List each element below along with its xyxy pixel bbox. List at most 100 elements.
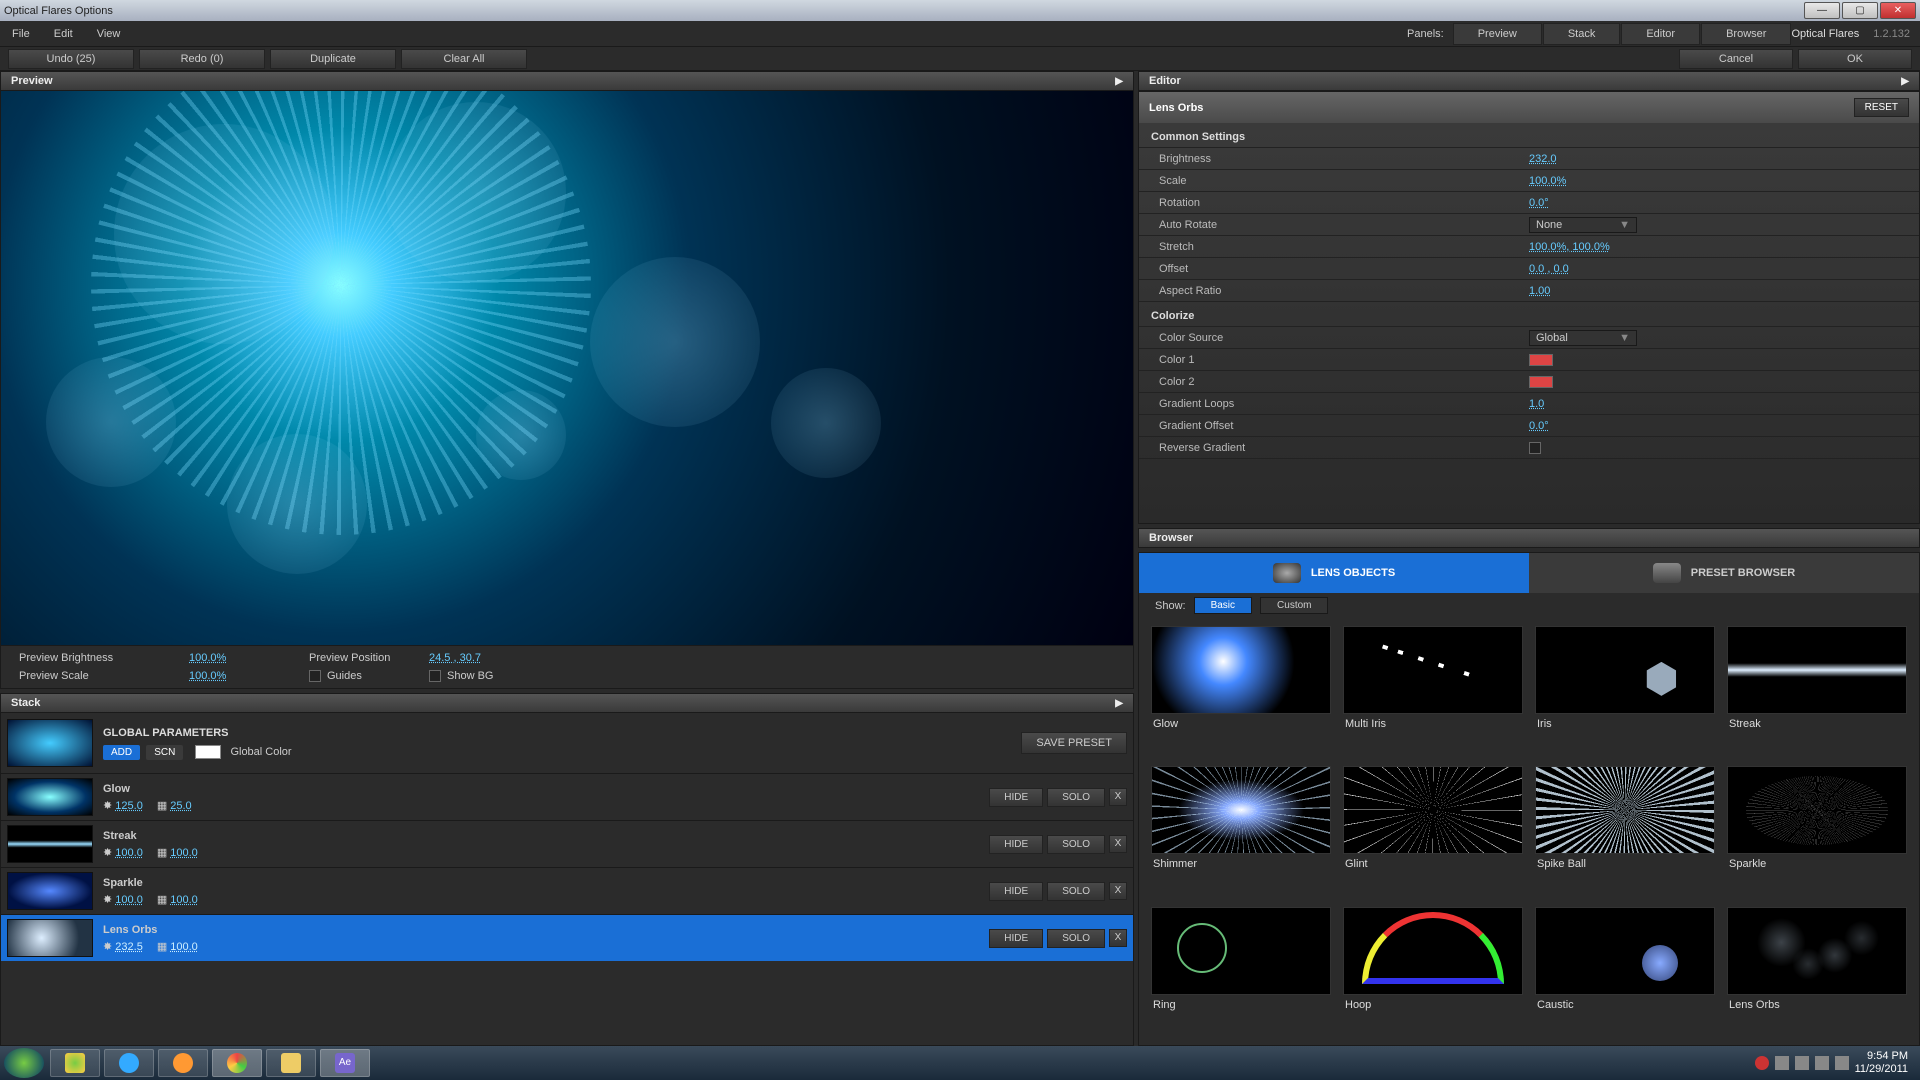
gradient-offset-value[interactable]: 0.0° <box>1529 420 1549 432</box>
hide-button[interactable]: HIDE <box>989 929 1043 948</box>
preview-position-value[interactable]: 24.5 , 30.7 <box>429 652 589 664</box>
window-minimize-button[interactable]: — <box>1804 2 1840 19</box>
brightness-value[interactable]: 232.0 <box>1529 153 1557 165</box>
stack-item-glow[interactable]: Glow ✸ 125.0 ▦ 25.0 HIDE SOLO X <box>1 773 1133 820</box>
browser-item-multi-iris[interactable]: Multi Iris <box>1343 626 1523 756</box>
menu-view[interactable]: View <box>85 24 133 44</box>
chevron-right-icon[interactable]: ▶ <box>1115 698 1123 709</box>
auto-rotate-dropdown[interactable]: None▼ <box>1529 217 1637 233</box>
tray-volume-icon[interactable] <box>1835 1056 1849 1070</box>
stretch-value[interactable]: 100.0%, 100.0% <box>1529 241 1610 253</box>
taskbar-app-chrome[interactable] <box>212 1049 262 1077</box>
solo-button[interactable]: SOLO <box>1047 929 1105 948</box>
delete-button[interactable]: X <box>1109 882 1127 900</box>
stack-scale-value[interactable]: 100.0 <box>170 894 198 906</box>
delete-button[interactable]: X <box>1109 929 1127 947</box>
solo-button[interactable]: SOLO <box>1047 882 1105 901</box>
browser-item-lens-orbs[interactable]: Lens Orbs <box>1727 907 1907 1037</box>
stack-item-name: Streak <box>103 830 979 842</box>
browser-item-caustic[interactable]: Caustic <box>1535 907 1715 1037</box>
clear-all-button[interactable]: Clear All <box>401 49 527 69</box>
solo-button[interactable]: SOLO <box>1047 788 1105 807</box>
stack-brightness-value[interactable]: 100.0 <box>115 894 143 906</box>
stack-item-lens-orbs[interactable]: Lens Orbs ✸ 232.5 ▦ 100.0 HIDE SOLO X <box>1 914 1133 961</box>
panel-tab-stack[interactable]: Stack <box>1543 23 1621 45</box>
lens-objects-tab[interactable]: LENS OBJECTS <box>1139 553 1529 593</box>
panel-tab-preview[interactable]: Preview <box>1453 23 1542 45</box>
system-tray[interactable]: 9:54 PM 11/29/2011 <box>1755 1050 1916 1076</box>
tray-icon[interactable] <box>1755 1056 1769 1070</box>
browser-item-streak[interactable]: Streak <box>1727 626 1907 756</box>
hide-button[interactable]: HIDE <box>989 835 1043 854</box>
save-preset-button[interactable]: SAVE PRESET <box>1021 732 1127 754</box>
undo-button[interactable]: Undo (25) <box>8 49 134 69</box>
stack-item-sparkle[interactable]: Sparkle ✸ 100.0 ▦ 100.0 HIDE SOLO X <box>1 867 1133 914</box>
color-source-dropdown[interactable]: Global▼ <box>1529 330 1637 346</box>
stack-brightness-value[interactable]: 100.0 <box>115 847 143 859</box>
preview-viewport[interactable] <box>0 91 1134 646</box>
taskbar-app-media[interactable] <box>158 1049 208 1077</box>
panel-tab-browser[interactable]: Browser <box>1701 23 1791 45</box>
stack-brightness-value[interactable]: 125.0 <box>115 800 143 812</box>
guides-checkbox[interactable] <box>309 670 321 682</box>
aspect-ratio-value[interactable]: 1.00 <box>1529 285 1550 297</box>
delete-button[interactable]: X <box>1109 788 1127 806</box>
taskbar-app-msn[interactable] <box>50 1049 100 1077</box>
tray-icon[interactable] <box>1795 1056 1809 1070</box>
scn-button[interactable]: SCN <box>146 745 183 760</box>
global-parameters-row[interactable]: GLOBAL PARAMETERS ADD SCN Global Color S… <box>1 713 1133 773</box>
taskbar-app-after-effects[interactable]: Ae <box>320 1049 370 1077</box>
hide-button[interactable]: HIDE <box>989 882 1043 901</box>
window-close-button[interactable]: ✕ <box>1880 2 1916 19</box>
stack-scale-value[interactable]: 100.0 <box>170 941 198 953</box>
chevron-right-icon[interactable]: ▶ <box>1901 76 1909 87</box>
taskbar-app-skype[interactable] <box>104 1049 154 1077</box>
browser-item-ring[interactable]: Ring <box>1151 907 1331 1037</box>
stack-brightness-value[interactable]: 232.5 <box>115 941 143 953</box>
browser-item-sparkle[interactable]: Sparkle <box>1727 766 1907 896</box>
menu-edit[interactable]: Edit <box>42 24 85 44</box>
browser-item-hoop[interactable]: Hoop <box>1343 907 1523 1037</box>
delete-button[interactable]: X <box>1109 835 1127 853</box>
tray-icon[interactable] <box>1775 1056 1789 1070</box>
global-color-swatch[interactable] <box>195 745 221 759</box>
browser-item-spike-ball[interactable]: Spike Ball <box>1535 766 1715 896</box>
duplicate-button[interactable]: Duplicate <box>270 49 396 69</box>
taskbar-app-explorer[interactable] <box>266 1049 316 1077</box>
solo-button[interactable]: SOLO <box>1047 835 1105 854</box>
hide-button[interactable]: HIDE <box>989 788 1043 807</box>
tray-icon[interactable] <box>1815 1056 1829 1070</box>
chevron-right-icon[interactable]: ▶ <box>1115 76 1123 87</box>
offset-value[interactable]: 0.0 , 0.0 <box>1529 263 1569 275</box>
scale-value[interactable]: 100.0% <box>1529 175 1566 187</box>
reverse-gradient-checkbox[interactable] <box>1529 442 1541 454</box>
redo-button[interactable]: Redo (0) <box>139 49 265 69</box>
stack-scale-value[interactable]: 100.0 <box>170 847 198 859</box>
rotation-value[interactable]: 0.0° <box>1529 197 1549 209</box>
show-bg-checkbox[interactable] <box>429 670 441 682</box>
add-button[interactable]: ADD <box>103 745 140 760</box>
basic-toggle[interactable]: Basic <box>1194 597 1252 614</box>
preset-browser-tab[interactable]: PRESET BROWSER <box>1529 553 1919 593</box>
gradient-loops-value[interactable]: 1.0 <box>1529 398 1544 410</box>
preview-scale-value[interactable]: 100.0% <box>189 670 289 682</box>
reset-button[interactable]: RESET <box>1854 98 1909 117</box>
stack-item-streak[interactable]: Streak ✸ 100.0 ▦ 100.0 HIDE SOLO X <box>1 820 1133 867</box>
cancel-button[interactable]: Cancel <box>1679 49 1793 69</box>
preview-brightness-value[interactable]: 100.0% <box>189 652 289 664</box>
window-maximize-button[interactable]: ▢ <box>1842 2 1878 19</box>
ok-button[interactable]: OK <box>1798 49 1912 69</box>
global-color-label: Global Color <box>230 746 291 758</box>
stack-scale-value[interactable]: 25.0 <box>170 800 191 812</box>
browser-item-glint[interactable]: Glint <box>1343 766 1523 896</box>
panel-tab-editor[interactable]: Editor <box>1621 23 1700 45</box>
browser-item-glow[interactable]: Glow <box>1151 626 1331 756</box>
color1-swatch[interactable] <box>1529 354 1553 366</box>
start-button[interactable] <box>4 1048 44 1078</box>
system-clock[interactable]: 9:54 PM 11/29/2011 <box>1855 1050 1908 1076</box>
color2-swatch[interactable] <box>1529 376 1553 388</box>
menu-file[interactable]: File <box>0 24 42 44</box>
custom-toggle[interactable]: Custom <box>1260 597 1328 614</box>
browser-item-iris[interactable]: Iris <box>1535 626 1715 756</box>
browser-item-shimmer[interactable]: Shimmer <box>1151 766 1331 896</box>
